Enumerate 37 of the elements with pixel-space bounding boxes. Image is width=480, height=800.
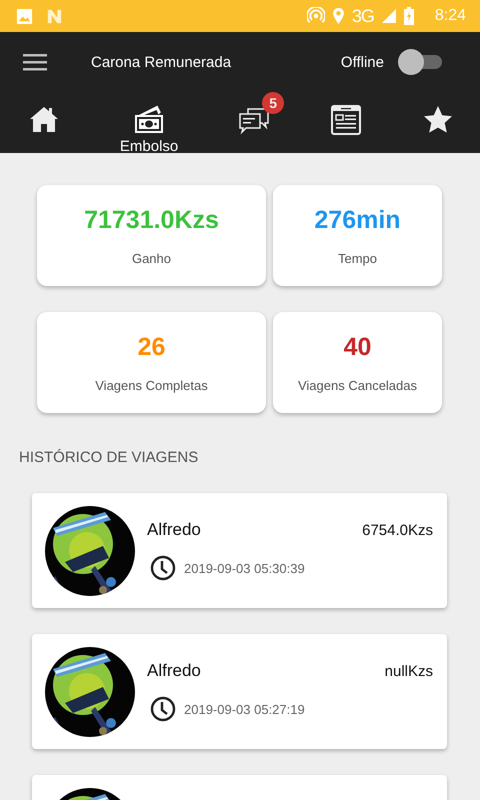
trip-amount: 6754.0Kzs <box>362 522 433 538</box>
clock-icon <box>150 696 176 722</box>
trip-datetime: 2019-09-03 05:27:19 <box>184 702 305 716</box>
chat-tab[interactable]: 5 <box>222 92 286 136</box>
menu-icon[interactable] <box>23 53 47 71</box>
passenger-name: Alfredo <box>147 661 201 681</box>
battery-icon <box>404 7 414 25</box>
trip-datetime: 2019-09-03 05:30:39 <box>184 560 305 576</box>
clock-icon <box>150 555 176 581</box>
banknotes-icon <box>133 104 166 136</box>
stat-label: Viagens Completas <box>95 378 208 392</box>
trip-card[interactable]: Alfredo nullKzs 2019-09-03 05:27:19 <box>32 634 447 749</box>
clock-time: 8:24 <box>434 7 466 25</box>
notification-badge: 5 <box>262 92 284 114</box>
stat-label: Ganho <box>132 250 172 266</box>
stat-value: 276min <box>314 206 401 234</box>
tab-label: Embolso <box>120 138 178 155</box>
newspaper-icon <box>330 104 362 136</box>
online-switch[interactable] <box>398 52 442 72</box>
stat-value: 71731.0Kzs <box>84 206 219 234</box>
location-icon <box>332 7 345 25</box>
stat-label: Viagens Canceladas <box>298 378 417 392</box>
money-tab[interactable]: Embolso <box>120 92 178 155</box>
image-icon <box>16 8 33 24</box>
stat-label: Tempo <box>338 250 378 266</box>
signal-icon <box>380 8 397 24</box>
stat-value: 40 <box>344 332 372 362</box>
app-title: Carona Remunerada <box>91 54 232 70</box>
passenger-name: Alfredo <box>147 520 201 540</box>
n-logo-icon <box>46 8 63 24</box>
network-type: 3G <box>352 6 374 26</box>
section-title: HISTÓRICO DE VIAGENS <box>19 449 200 466</box>
stat-value: 26 <box>138 332 166 362</box>
trip-card[interactable]: Alfredo 6754.0Kzs 2019-09-03 05:30:39 <box>32 493 447 608</box>
status-label: Offline <box>340 54 384 70</box>
hotspot-icon <box>306 7 325 25</box>
trip-amount: nullKzs <box>384 662 433 680</box>
